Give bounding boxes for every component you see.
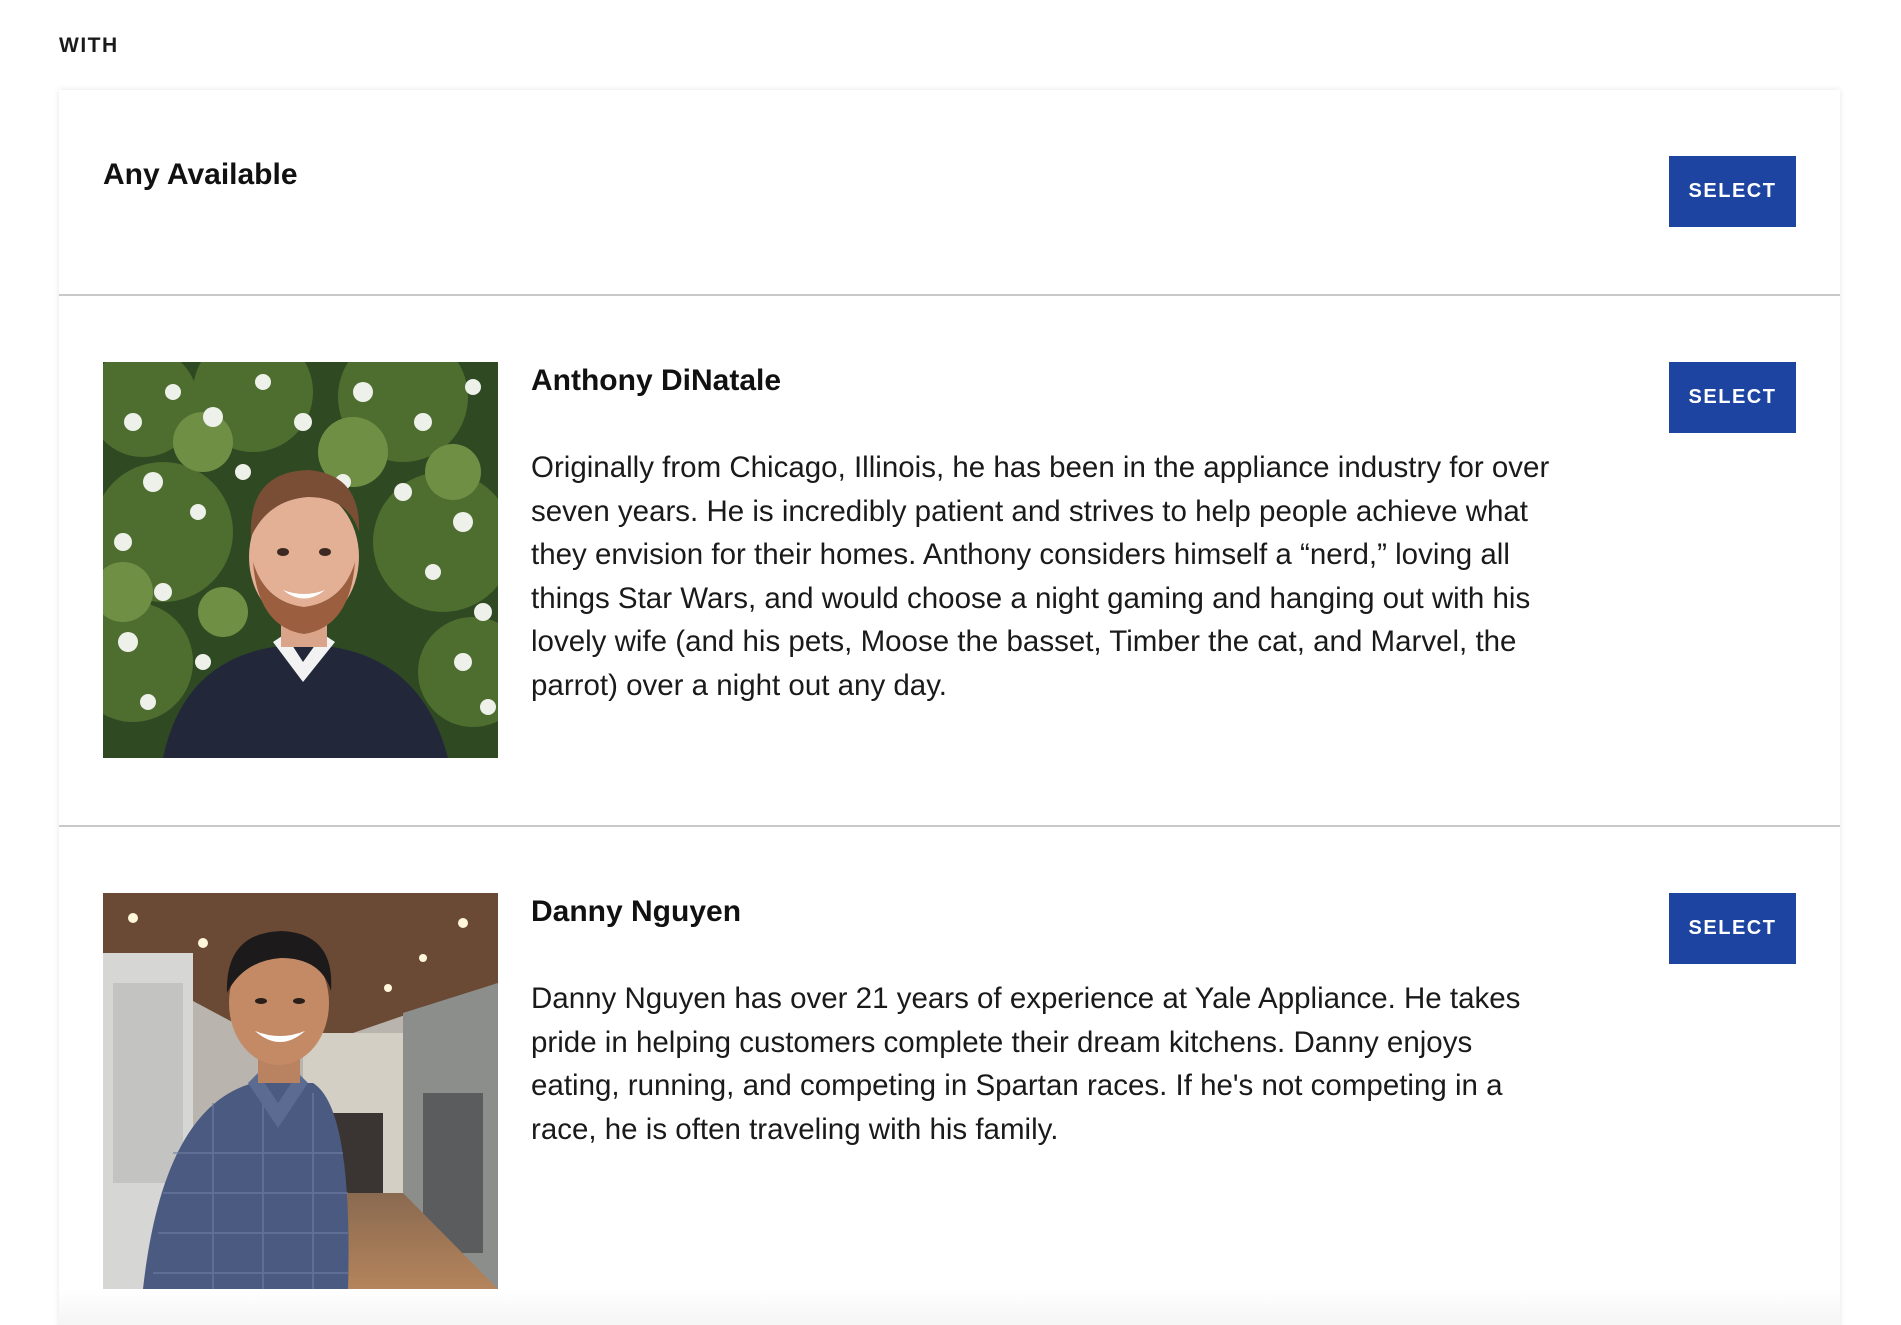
staff-name: Danny Nguyen <box>531 895 742 928</box>
staff-photo <box>103 362 498 758</box>
option-any-available: Any Available SELECT <box>59 90 1840 294</box>
option-name: Any Available <box>103 158 298 191</box>
section-label: WITH <box>59 34 119 57</box>
select-anthony-button[interactable]: SELECT <box>1669 362 1796 433</box>
staff-photo <box>103 893 498 1289</box>
staff-option-danny: Danny Nguyen Danny Nguyen has over 21 ye… <box>59 827 1840 1325</box>
staff-name: Anthony DiNatale <box>531 364 782 397</box>
staff-bio: Originally from Chicago, Illinois, he ha… <box>531 451 1550 702</box>
select-danny-button[interactable]: SELECT <box>1669 893 1796 964</box>
staff-list-card: Any Available SELECT Anthony DiNatale Or… <box>59 90 1840 1325</box>
staff-option-anthony: Anthony DiNatale Originally from Chicago… <box>59 296 1840 825</box>
portrait-photo-anthony <box>103 362 498 758</box>
booking-staff-page: WITH Any Available SELECT Anthony DiNata… <box>0 0 1901 1325</box>
portrait-photo-danny <box>103 893 498 1289</box>
staff-bio: Danny Nguyen has over 21 years of experi… <box>531 982 1521 1146</box>
select-any-available-button[interactable]: SELECT <box>1669 156 1796 227</box>
